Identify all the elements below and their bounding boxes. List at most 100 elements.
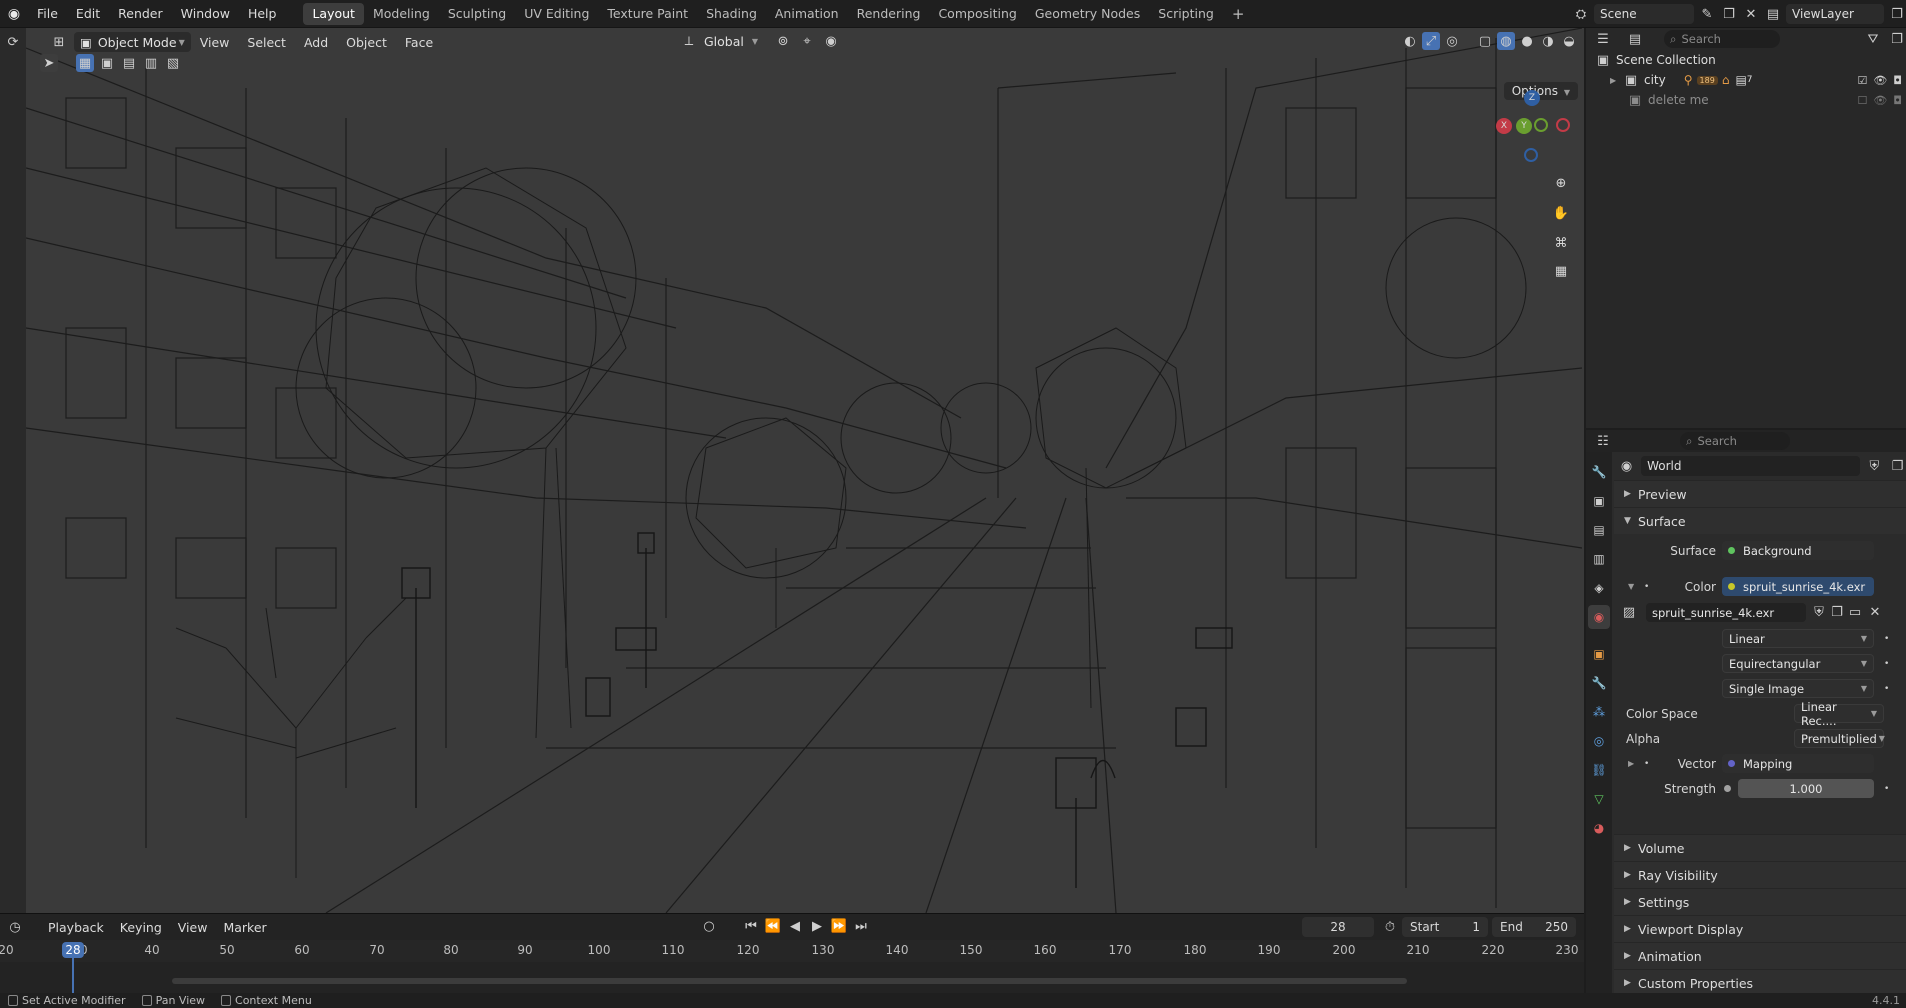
new-scene-icon[interactable]: ❐ [1720, 5, 1738, 23]
menu-window[interactable]: Window [172, 0, 239, 28]
animate-dot-icon[interactable]: • [1884, 634, 1889, 644]
panel-animation[interactable]: ▶ Animation [1614, 942, 1906, 969]
output-tab-icon[interactable]: ▤ [1588, 518, 1610, 542]
gizmo-z-axis[interactable]: Z [1524, 90, 1540, 106]
material-shading-icon[interactable]: ◑ [1539, 32, 1557, 50]
image-icon[interactable]: ▨ [1620, 604, 1638, 622]
properties-editor-icon[interactable]: ☷ [1594, 432, 1612, 450]
duplicate-icon[interactable]: ❐ [1828, 604, 1846, 622]
object-tab-icon[interactable]: ▣ [1588, 642, 1610, 666]
gizmo-neg-y-axis[interactable] [1534, 118, 1548, 132]
outliner-editor-icon[interactable]: ☰ [1594, 30, 1612, 48]
strength-input[interactable]: 1.000 [1738, 779, 1874, 798]
outliner-row-scene-collection[interactable]: ▣ Scene Collection [1586, 50, 1906, 70]
timeline-scrollbar[interactable] [172, 978, 1407, 984]
jump-end-icon[interactable]: ⏭ [852, 917, 870, 935]
view-layer-field[interactable]: ViewLayer [1786, 4, 1884, 24]
tl-menu-playback[interactable]: Playback [40, 920, 112, 935]
tl-menu-keying[interactable]: Keying [112, 920, 170, 935]
record-icon[interactable]: ○ [700, 917, 718, 935]
particles-tab-icon[interactable]: ⁂ [1588, 700, 1610, 724]
gizmo-toggle-icon[interactable]: ⤢ [1422, 32, 1440, 50]
jump-start-icon[interactable]: ⏮ [742, 917, 760, 935]
vp-menu-face[interactable]: Face [396, 35, 442, 50]
source-dropdown[interactable]: Single Image ▼ [1722, 679, 1874, 698]
visibility-icon[interactable]: ◐ [1401, 32, 1419, 50]
eye-icon[interactable]: 👁 [1873, 94, 1887, 107]
solid-shading-icon[interactable]: ● [1518, 32, 1536, 50]
panel-custom-properties[interactable]: ▶ Custom Properties [1614, 969, 1906, 993]
tool-tab-icon[interactable]: 🔧 [1588, 460, 1610, 484]
expand-chevron-icon[interactable]: ▶ [1610, 76, 1622, 85]
outliner-row-delete-me[interactable]: ▣ delete me ☐ 👁 ◘ [1586, 90, 1906, 110]
end-frame-field[interactable]: End 250 [1492, 917, 1576, 937]
select-intersect-icon[interactable]: ▧ [164, 54, 182, 72]
render-tab-icon[interactable]: ▣ [1588, 489, 1610, 513]
animate-dot-icon[interactable]: • [1884, 684, 1889, 694]
checkbox-checked-icon[interactable]: ☑ [1857, 74, 1867, 87]
scene-icon[interactable]: ⛭ [1572, 5, 1590, 23]
close-icon[interactable]: ✕ [1866, 604, 1884, 622]
vp-menu-view[interactable]: View [191, 35, 239, 50]
panel-surface[interactable]: ▼ Surface [1614, 507, 1906, 534]
tab-sculpting[interactable]: Sculpting [439, 3, 515, 25]
editor-type-3d-icon[interactable]: ⊞ [50, 33, 68, 51]
select-subtract-icon[interactable]: ▤ [120, 54, 138, 72]
add-workspace-button[interactable]: + [1223, 3, 1254, 25]
play-icon[interactable]: ▶ [808, 917, 826, 935]
gizmo-neg-z-axis[interactable] [1524, 148, 1538, 162]
outliner-search-input[interactable]: ⌕ Search [1664, 30, 1780, 48]
image-name-field[interactable]: spruit_sunrise_4k.exr [1646, 603, 1806, 622]
prev-keyframe-icon[interactable]: ⏪ [764, 917, 782, 935]
vp-menu-object[interactable]: Object [337, 35, 396, 50]
tab-animation[interactable]: Animation [766, 3, 848, 25]
properties-search-input[interactable]: ⌕ Search [1680, 432, 1790, 450]
duplicate-icon[interactable]: ❐ [1889, 457, 1906, 475]
color-input-field[interactable]: spruit_sunrise_4k.exr [1722, 577, 1874, 596]
animate-dot-icon[interactable]: • [1884, 784, 1889, 794]
new-collection-icon[interactable]: ❐ [1888, 30, 1906, 48]
panel-ray-visibility[interactable]: ▶ Ray Visibility [1614, 861, 1906, 888]
world-tab-icon[interactable]: ◉ [1588, 605, 1610, 629]
pivot-icon[interactable]: ⊚ [774, 32, 792, 50]
tab-geometry-nodes[interactable]: Geometry Nodes [1026, 3, 1149, 25]
scene-tab-icon[interactable]: ◈ [1588, 576, 1610, 600]
interpolation-dropdown[interactable]: Linear ▼ [1722, 629, 1874, 648]
panel-preview[interactable]: ▶ Preview [1614, 480, 1906, 507]
filter-icon[interactable]: ⛛ [1864, 30, 1882, 48]
tab-shading[interactable]: Shading [697, 3, 766, 25]
start-frame-field[interactable]: Start 1 [1402, 917, 1488, 937]
eye-icon[interactable]: 👁 [1873, 74, 1887, 87]
view-layer-icon[interactable]: ▤ [1764, 5, 1782, 23]
scene-field[interactable]: Scene [1594, 4, 1694, 24]
tab-rendering[interactable]: Rendering [848, 3, 930, 25]
menu-help[interactable]: Help [239, 0, 286, 28]
chevron-right-icon[interactable]: ▶ [1628, 759, 1634, 768]
display-mode-icon[interactable]: ▤ [1626, 30, 1644, 48]
zoom-icon[interactable]: ⊕ [1548, 170, 1574, 196]
panel-viewport-display[interactable]: ▶ Viewport Display [1614, 915, 1906, 942]
tab-modeling[interactable]: Modeling [364, 3, 439, 25]
new-view-layer-icon[interactable]: ❐ [1888, 5, 1906, 23]
pan-hand-icon[interactable]: ✋ [1548, 200, 1574, 226]
render-camera-icon[interactable]: ◘ [1893, 74, 1902, 87]
gizmo-x-axis[interactable]: X [1496, 118, 1512, 134]
open-folder-icon[interactable]: ▭ [1846, 604, 1864, 622]
navigation-gizmo[interactable]: Z X Y ⊕ ✋ ⌘ ▦ [1496, 88, 1576, 279]
gizmo-y-axis[interactable]: Y [1516, 118, 1532, 134]
data-tab-icon[interactable]: ▽ [1588, 787, 1610, 811]
camera-view-icon[interactable]: ⌘ [1548, 230, 1574, 256]
modifier-tab-icon[interactable]: 🔧 [1588, 671, 1610, 695]
chevron-down-icon[interactable]: ▼ [1628, 582, 1634, 591]
current-frame-field[interactable]: 28 [1302, 917, 1374, 937]
menu-render[interactable]: Render [109, 0, 172, 28]
surface-shader-field[interactable]: Background [1722, 541, 1874, 560]
editor-type-icon[interactable]: ⟳ [4, 33, 22, 51]
constraints-tab-icon[interactable]: ⛓ [1588, 758, 1610, 782]
projection-dropdown[interactable]: Equirectangular ▼ [1722, 654, 1874, 673]
overlay-icon[interactable]: ◎ [1443, 32, 1461, 50]
perspective-grid-icon[interactable]: ▦ [1548, 258, 1574, 284]
animate-dot-icon[interactable]: • [1884, 659, 1889, 669]
tab-compositing[interactable]: Compositing [929, 3, 1025, 25]
vector-input-field[interactable]: Mapping [1722, 754, 1874, 773]
